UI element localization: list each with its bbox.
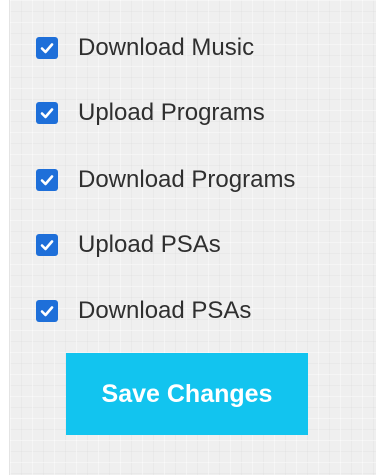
download-psas-label: Download PSAs	[78, 297, 252, 324]
download-programs-checkbox[interactable]	[36, 169, 58, 191]
permission-upload-programs[interactable]: Upload Programs	[36, 98, 265, 128]
checkmark-icon	[40, 240, 54, 251]
upload-programs-label: Upload Programs	[78, 99, 265, 126]
download-programs-label: Download Programs	[78, 166, 296, 193]
download-music-label: Download Music	[78, 34, 255, 61]
download-music-checkbox[interactable]	[36, 37, 58, 59]
checkmark-icon	[40, 108, 54, 119]
save-changes-button[interactable]: Save Changes	[66, 353, 308, 435]
checkmark-icon	[40, 175, 54, 186]
checkmark-icon	[40, 43, 54, 54]
download-psas-checkbox[interactable]	[36, 300, 58, 322]
permission-download-music[interactable]: Download Music	[36, 33, 254, 63]
checkmark-icon	[40, 306, 54, 317]
upload-psas-label: Upload PSAs	[78, 231, 221, 258]
left-edge	[0, 0, 10, 475]
permission-download-psas[interactable]: Download PSAs	[36, 296, 251, 326]
upload-psas-checkbox[interactable]	[36, 234, 58, 256]
upload-programs-checkbox[interactable]	[36, 102, 58, 124]
permission-download-programs[interactable]: Download Programs	[36, 165, 295, 195]
permission-upload-psas[interactable]: Upload PSAs	[36, 230, 221, 260]
